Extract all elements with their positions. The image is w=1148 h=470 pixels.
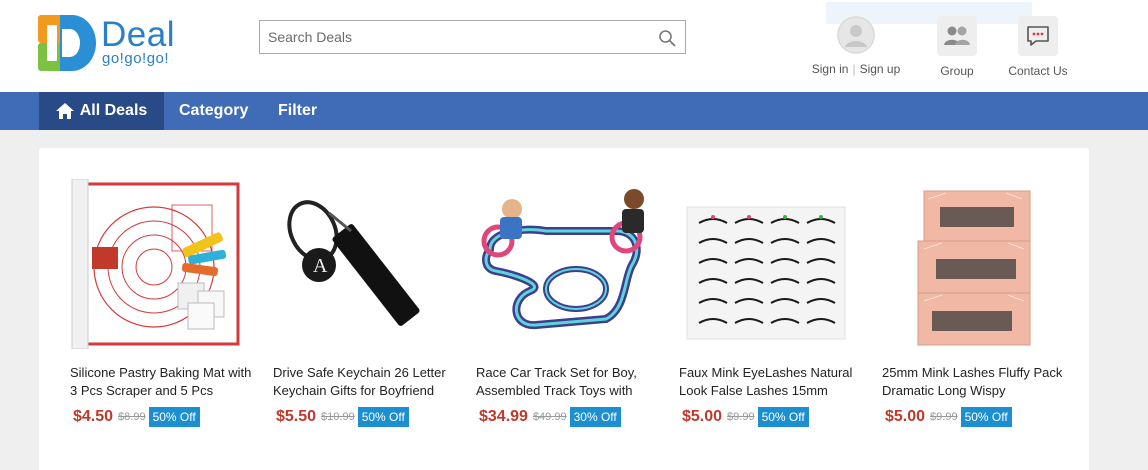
discount-badge: 50% Off <box>757 407 809 427</box>
site-logo[interactable]: Deal go!go!go! <box>38 15 198 73</box>
deals-panel: Silicone Pastry Baking Mat with 3 Pcs Sc… <box>39 148 1089 470</box>
user-avatar-icon[interactable] <box>837 16 875 54</box>
discount-badge: 50% Off <box>357 407 409 427</box>
sale-price: $5.00 <box>885 408 926 425</box>
discount-badge: 50% Off <box>148 407 200 427</box>
logo-mark-icon <box>38 15 96 71</box>
keychain-image[interactable]: A <box>273 179 443 349</box>
search-box <box>259 20 686 54</box>
product-card[interactable]: Silicone Pastry Baking Mat with 3 Pcs Sc… <box>70 179 253 428</box>
product-card[interactable]: Race Car Track Set for Boy, Assembled Tr… <box>476 179 659 428</box>
search-input[interactable] <box>260 21 640 53</box>
original-price: $49.99 <box>532 411 567 423</box>
eyelashes-image[interactable] <box>679 179 849 349</box>
original-price: $8.99 <box>118 411 146 423</box>
nav-category[interactable]: Category <box>179 92 248 130</box>
logo-tagline: go!go!go! <box>102 50 170 67</box>
lash-boxes-image[interactable] <box>882 179 1052 349</box>
price-row: $5.50 $10.99 50% Off <box>273 406 456 428</box>
sale-price: $4.50 <box>73 408 114 425</box>
baking-mat-image[interactable] <box>70 179 240 349</box>
home-icon <box>55 103 74 119</box>
contact-us-label: Contact Us <box>1008 64 1068 78</box>
product-title[interactable]: Drive Safe Keychain 26 Letter Keychain G… <box>273 364 456 400</box>
product-title[interactable]: 25mm Mink Lashes Fluffy Pack Dramatic Lo… <box>882 364 1065 400</box>
product-card[interactable]: 25mm Mink Lashes Fluffy Pack Dramatic Lo… <box>882 179 1065 428</box>
price-row: $5.00 $9.99 50% Off <box>679 406 862 428</box>
sale-price: $5.50 <box>276 408 317 425</box>
original-price: $9.99 <box>930 411 958 423</box>
site-header: Deal go!go!go! Sign in| Sign up <box>0 0 1148 92</box>
price-row: $5.00 $9.99 50% Off <box>882 406 1065 428</box>
original-price: $10.99 <box>321 411 355 423</box>
sign-in-link[interactable]: Sign in <box>812 62 849 76</box>
auth-links: Sign in | Sign up <box>808 62 904 76</box>
product-title[interactable]: Race Car Track Set for Boy, Assembled Tr… <box>476 364 659 400</box>
nav-all-deals-label: All Deals <box>79 102 148 119</box>
nav-filter[interactable]: Filter <box>278 92 317 130</box>
sign-up-link[interactable]: Sign up <box>860 62 901 76</box>
group-button[interactable]: Group <box>932 16 982 78</box>
discount-badge: 30% Off <box>569 407 621 427</box>
account-menu: Sign in | Sign up <box>808 16 904 76</box>
svg-text:A: A <box>313 255 328 277</box>
nav-all-deals[interactable]: All Deals <box>39 92 164 130</box>
logo-word: Deal <box>101 15 175 54</box>
original-price: $9.99 <box>727 411 755 423</box>
contact-us-button[interactable]: Contact Us <box>1005 16 1071 78</box>
group-label: Group <box>940 64 974 78</box>
auth-separator: | <box>852 62 856 76</box>
price-row: $4.50 $8.99 50% Off <box>70 406 253 428</box>
discount-badge: 50% Off <box>960 407 1012 427</box>
product-card[interactable]: Faux Mink EyeLashes Natural Look False L… <box>679 179 862 428</box>
sale-price: $5.00 <box>682 408 723 425</box>
price-row: $34.99 $49.99 30% Off <box>476 406 659 428</box>
main-navbar: All Deals Category Filter <box>0 92 1148 130</box>
product-title[interactable]: Faux Mink EyeLashes Natural Look False L… <box>679 364 862 400</box>
chat-icon <box>1018 16 1058 56</box>
product-card[interactable]: A Drive Safe Keychain 26 Letter Keychain… <box>273 179 456 428</box>
race-track-image[interactable] <box>476 179 646 349</box>
group-icon <box>937 16 977 56</box>
sale-price: $34.99 <box>479 408 528 425</box>
product-title[interactable]: Silicone Pastry Baking Mat with 3 Pcs Sc… <box>70 364 253 400</box>
search-icon[interactable] <box>658 29 676 47</box>
